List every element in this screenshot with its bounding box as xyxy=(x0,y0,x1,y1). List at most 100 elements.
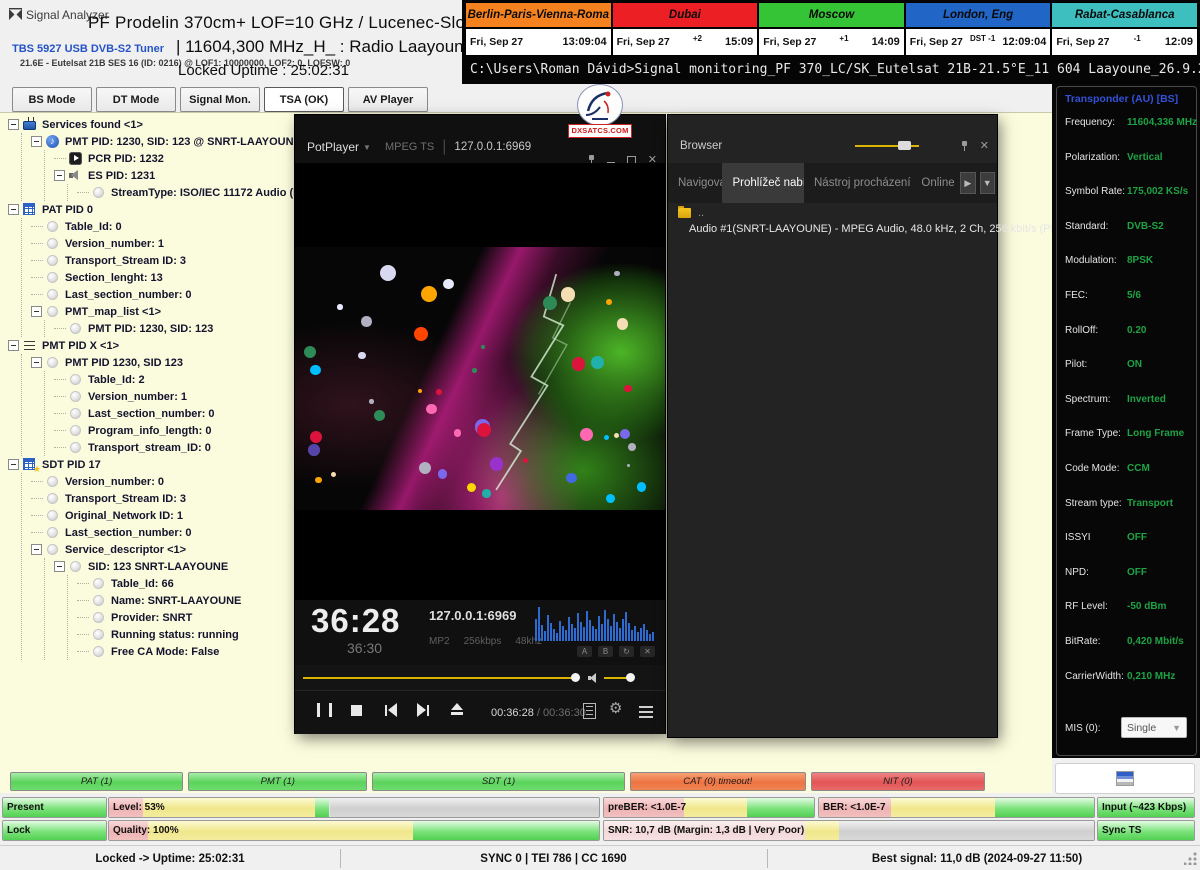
loop-icon[interactable]: ↻ xyxy=(619,646,634,657)
browser-tab[interactable]: Online ! xyxy=(911,163,958,203)
browser-tab[interactable]: Navigovat xyxy=(668,163,722,203)
seek-volume-row[interactable] xyxy=(295,665,665,690)
server-stripes-icon xyxy=(1116,771,1134,786)
clock-time: 12:09:04 xyxy=(1002,36,1046,48)
tab-dt-mode[interactable]: DT Mode xyxy=(96,87,176,112)
transponder-row-value: 175,002 KS/s xyxy=(1127,186,1188,197)
sphere-icon xyxy=(69,407,83,420)
psi-bar: CAT (0) timeout! xyxy=(630,772,806,791)
nav-down-icon[interactable]: ▼ xyxy=(980,172,995,194)
browser-tab[interactable]: Prohlížeč nabídky xyxy=(722,163,804,203)
signal-analyzer-window: Signal Analyzer PF Prodelin 370cm+ LOF=1… xyxy=(0,0,1200,870)
close-icon[interactable]: ✕ xyxy=(980,141,989,151)
browser-slider-handle[interactable] xyxy=(898,141,911,150)
transponder-row-value: 8PSK xyxy=(1127,255,1153,266)
tab-tsa-ok-[interactable]: TSA (OK) xyxy=(264,87,344,112)
transponder-row-value: Inverted xyxy=(1127,394,1166,405)
seek-bar[interactable] xyxy=(303,677,575,679)
meter-bar: SNR: 10,7 dB (Margin: 1,3 dB | Very Poor… xyxy=(603,820,1095,841)
expander-minus-icon[interactable] xyxy=(8,119,19,130)
expander-minus-icon[interactable] xyxy=(54,170,65,181)
pin-icon[interactable] xyxy=(961,141,968,151)
clock-time-row: Fri, Sep 27+114:09 xyxy=(759,29,904,55)
expander-minus-icon[interactable] xyxy=(8,204,19,215)
mis-dropdown[interactable]: Single ▼ xyxy=(1121,717,1187,738)
logo-text: DXSATCS.COM xyxy=(568,124,632,138)
repeat-b-chip[interactable]: B xyxy=(598,646,613,657)
tree-item-label: Version_number: 0 xyxy=(65,476,164,488)
chevron-down-icon[interactable]: ▼ xyxy=(363,143,371,152)
video-area[interactable] xyxy=(295,163,665,600)
folder-up-row[interactable]: .. xyxy=(668,205,997,221)
music-icon xyxy=(46,135,60,148)
color-dot xyxy=(606,299,612,305)
browser-tab-row: NavigovatProhlížeč nabídkyNástroj prochá… xyxy=(668,163,997,203)
tree-item-label: Running status: running xyxy=(111,629,239,641)
resize-grip[interactable] xyxy=(1184,851,1198,865)
expander-minus-icon[interactable] xyxy=(8,459,19,470)
sphere-icon xyxy=(46,543,60,556)
ts-record-button[interactable] xyxy=(1055,763,1195,794)
header-frequency-service: | 11604,300 MHz_H_ : Radio Laayoune xyxy=(176,37,473,57)
color-dot xyxy=(419,462,431,474)
expander-minus-icon[interactable] xyxy=(8,340,19,351)
expander-minus-icon[interactable] xyxy=(31,544,42,555)
stop-button[interactable] xyxy=(351,705,362,716)
browser-tab[interactable]: Nástroj procházení titulků xyxy=(804,163,911,203)
meter-bar: BER: <1.0E-7 xyxy=(818,797,1095,818)
clock-time-row: Fri, Sep 27DST -112:09:04 xyxy=(906,29,1051,55)
transponder-row-label: Standard: xyxy=(1065,221,1108,232)
previous-button[interactable] xyxy=(385,703,397,717)
volume-icon[interactable] xyxy=(588,673,600,683)
audio-track-row[interactable]: Audio #1(SNRT-LAAYOUNE) - MPEG Audio, 48… xyxy=(668,221,997,237)
clock-column: MoscowFri, Sep 27+114:09 xyxy=(758,2,905,56)
color-dot xyxy=(315,477,321,483)
next-button[interactable] xyxy=(417,703,429,717)
volume-handle[interactable] xyxy=(626,673,635,682)
clock-city-label: Berlin-Paris-Vienna-Roma xyxy=(466,3,611,29)
expander-minus-icon[interactable] xyxy=(31,357,42,368)
clock-column: London, EngFri, Sep 27DST -112:09:04 xyxy=(905,2,1052,56)
potplayer-title: PotPlayer xyxy=(307,140,359,154)
playlist-icon[interactable] xyxy=(583,703,596,719)
meter-bar: Level: 53% xyxy=(108,797,600,818)
browser-titlebar[interactable]: Browser xyxy=(668,133,997,159)
meter-label: Level: 53% xyxy=(113,798,165,817)
connector-dash xyxy=(31,277,43,279)
expander-minus-icon[interactable] xyxy=(31,136,42,147)
tab-signal-mon-[interactable]: Signal Mon. xyxy=(180,87,260,112)
lightning-graphic xyxy=(445,267,625,497)
status-bar: Locked -> Uptime: 25:02:31 SYNC 0 | TEI … xyxy=(0,845,1200,870)
gear-icon[interactable]: ⚙ xyxy=(609,701,622,717)
color-dot xyxy=(566,473,576,483)
color-dot xyxy=(617,318,628,329)
psi-bar: SDT (1) xyxy=(372,772,624,791)
browser-window[interactable]: Browser ✕ NavigovatProhlížeč nabídkyNást… xyxy=(668,115,997,737)
repeat-a-chip[interactable]: A xyxy=(577,646,592,657)
tab-av-player[interactable]: AV Player xyxy=(348,87,428,112)
seek-handle[interactable] xyxy=(571,673,580,682)
nav-next-icon[interactable]: ▶ xyxy=(960,172,975,194)
meter-label: SNR: 10,7 dB (Margin: 1,3 dB | Very Poor… xyxy=(608,821,804,840)
sphere-icon xyxy=(69,322,83,335)
connector-dash xyxy=(54,396,66,398)
meter-bar: Quality: 100% xyxy=(108,820,600,841)
expander-minus-icon[interactable] xyxy=(54,561,65,572)
connector-dash xyxy=(31,515,43,517)
tree-item-label: PMT PID X <1> xyxy=(42,340,119,352)
connector-dash xyxy=(31,481,43,483)
close-small-icon[interactable]: ✕ xyxy=(640,646,655,657)
menu-icon[interactable] xyxy=(639,706,653,708)
tab-bs-mode[interactable]: BS Mode xyxy=(12,87,92,112)
potplayer-window[interactable]: PotPlayer ▼ MPEG TS | 127.0.0.1:6969 ✕ 3… xyxy=(295,115,665,733)
tree-item-label: SID: 123 SNRT-LAAYOUNE xyxy=(88,561,228,573)
tree-item-label: Transport_stream_ID: 0 xyxy=(88,442,211,454)
eject-button[interactable] xyxy=(451,703,463,717)
ab-repeat-controls[interactable]: AB ↻ ✕ xyxy=(577,646,655,657)
clock-city-label: Dubai xyxy=(613,3,758,29)
transponder-row-label: RF Level: xyxy=(1065,601,1108,612)
pause-button[interactable] xyxy=(317,703,332,717)
connector-dash xyxy=(77,583,89,585)
expander-minus-icon[interactable] xyxy=(31,306,42,317)
sphere-icon xyxy=(46,220,60,233)
